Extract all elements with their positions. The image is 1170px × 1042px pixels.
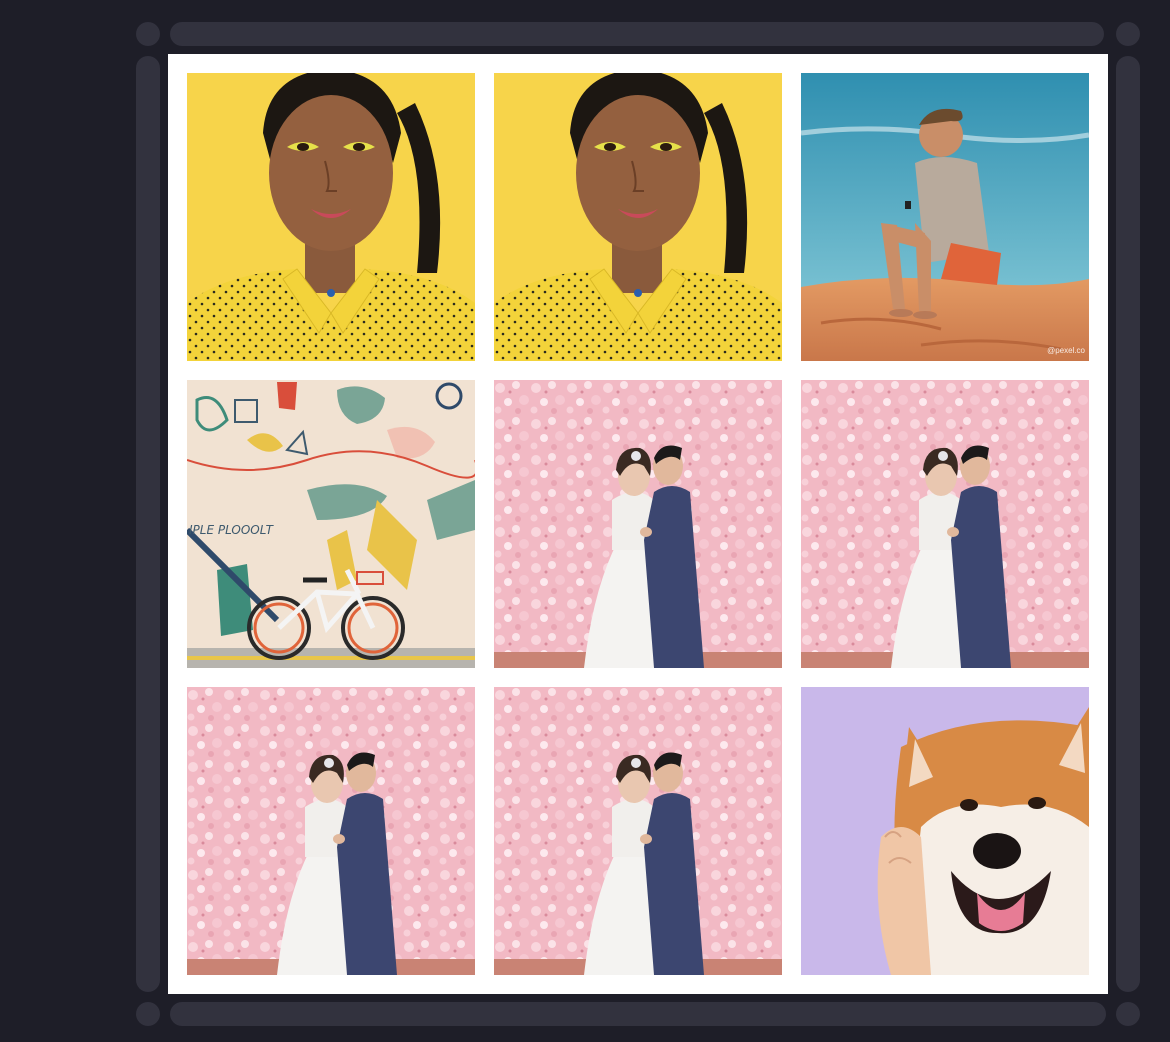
photo-tile-wedding-couple-pink[interactable]: [187, 687, 475, 975]
photo-tile-shiba-dog-purple[interactable]: [801, 687, 1089, 975]
photo-tile-wedding-couple-pink[interactable]: [494, 687, 782, 975]
vertical-scrollbar-right[interactable]: [1116, 56, 1140, 992]
photo-tile-wedding-couple-pink[interactable]: [801, 380, 1089, 668]
svg-text:IPLE PLOOOLT: IPLE PLOOOLT: [189, 523, 275, 537]
resize-handle-top-right[interactable]: [1116, 22, 1140, 46]
man-desert-sitting-image: [801, 73, 1089, 361]
photo-tile-woman-yellow-portrait[interactable]: [494, 73, 782, 361]
wedding-couple-pink-image: [494, 687, 782, 975]
wedding-couple-pink-image: [494, 380, 782, 668]
mural-bicycle-image: IPLE PLOOOLT: [187, 380, 475, 668]
photo-tile-woman-yellow-portrait[interactable]: [187, 73, 475, 361]
vertical-scrollbar-left[interactable]: [136, 56, 160, 992]
photo-grid: @pexel.co IPLE PLOOOLT: [187, 73, 1089, 975]
horizontal-scrollbar-top[interactable]: [170, 22, 1104, 46]
resize-handle-top-left[interactable]: [136, 22, 160, 46]
wedding-couple-pink-image: [187, 687, 475, 975]
woman-yellow-portrait-image: [187, 73, 475, 361]
photo-tile-wedding-couple-pink[interactable]: [494, 380, 782, 668]
woman-yellow-portrait-image: [494, 73, 782, 361]
wedding-couple-pink-image: [801, 380, 1089, 668]
horizontal-scrollbar-bottom[interactable]: [170, 1002, 1106, 1026]
photo-tile-man-desert-sitting[interactable]: @pexel.co: [801, 73, 1089, 361]
resize-handle-bottom-right[interactable]: [1116, 1002, 1140, 1026]
resize-handle-bottom-left[interactable]: [136, 1002, 160, 1026]
photo-tile-mural-bicycle[interactable]: IPLE PLOOOLT: [187, 380, 475, 668]
photo-watermark: @pexel.co: [1047, 346, 1085, 355]
shiba-dog-purple-image: [801, 687, 1089, 975]
photo-grid-canvas: @pexel.co IPLE PLOOOLT: [168, 54, 1108, 994]
